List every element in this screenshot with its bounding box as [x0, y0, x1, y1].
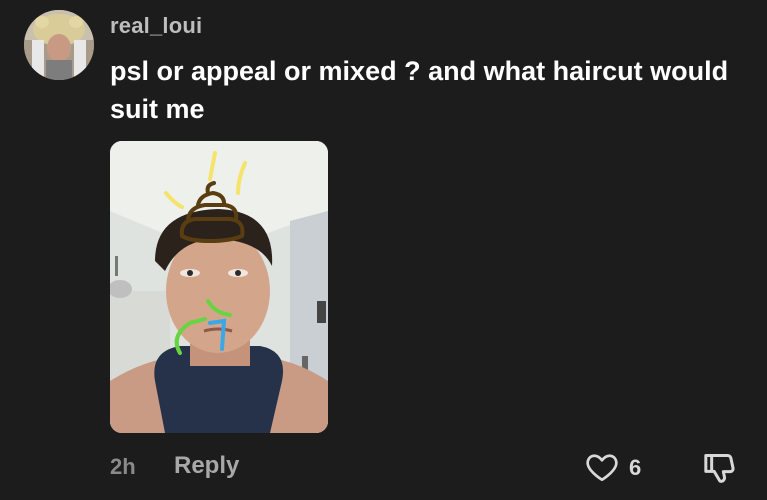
avatar[interactable] [24, 10, 94, 80]
heart-icon [584, 449, 620, 490]
avatar-image [24, 10, 94, 80]
comment-text: psl or appeal or mixed ? and what haircu… [110, 56, 729, 124]
username[interactable]: real_loui [110, 13, 202, 39]
reply-button[interactable]: Reply [174, 452, 239, 480]
dislike-button[interactable] [700, 448, 740, 488]
like-count: 6 [629, 455, 642, 480]
timestamp: 2h [110, 454, 136, 479]
photo-image [110, 141, 328, 433]
attached-photo[interactable] [110, 141, 328, 433]
thumbs-down-icon [700, 454, 740, 492]
like-button[interactable]: 6 [584, 449, 648, 485]
